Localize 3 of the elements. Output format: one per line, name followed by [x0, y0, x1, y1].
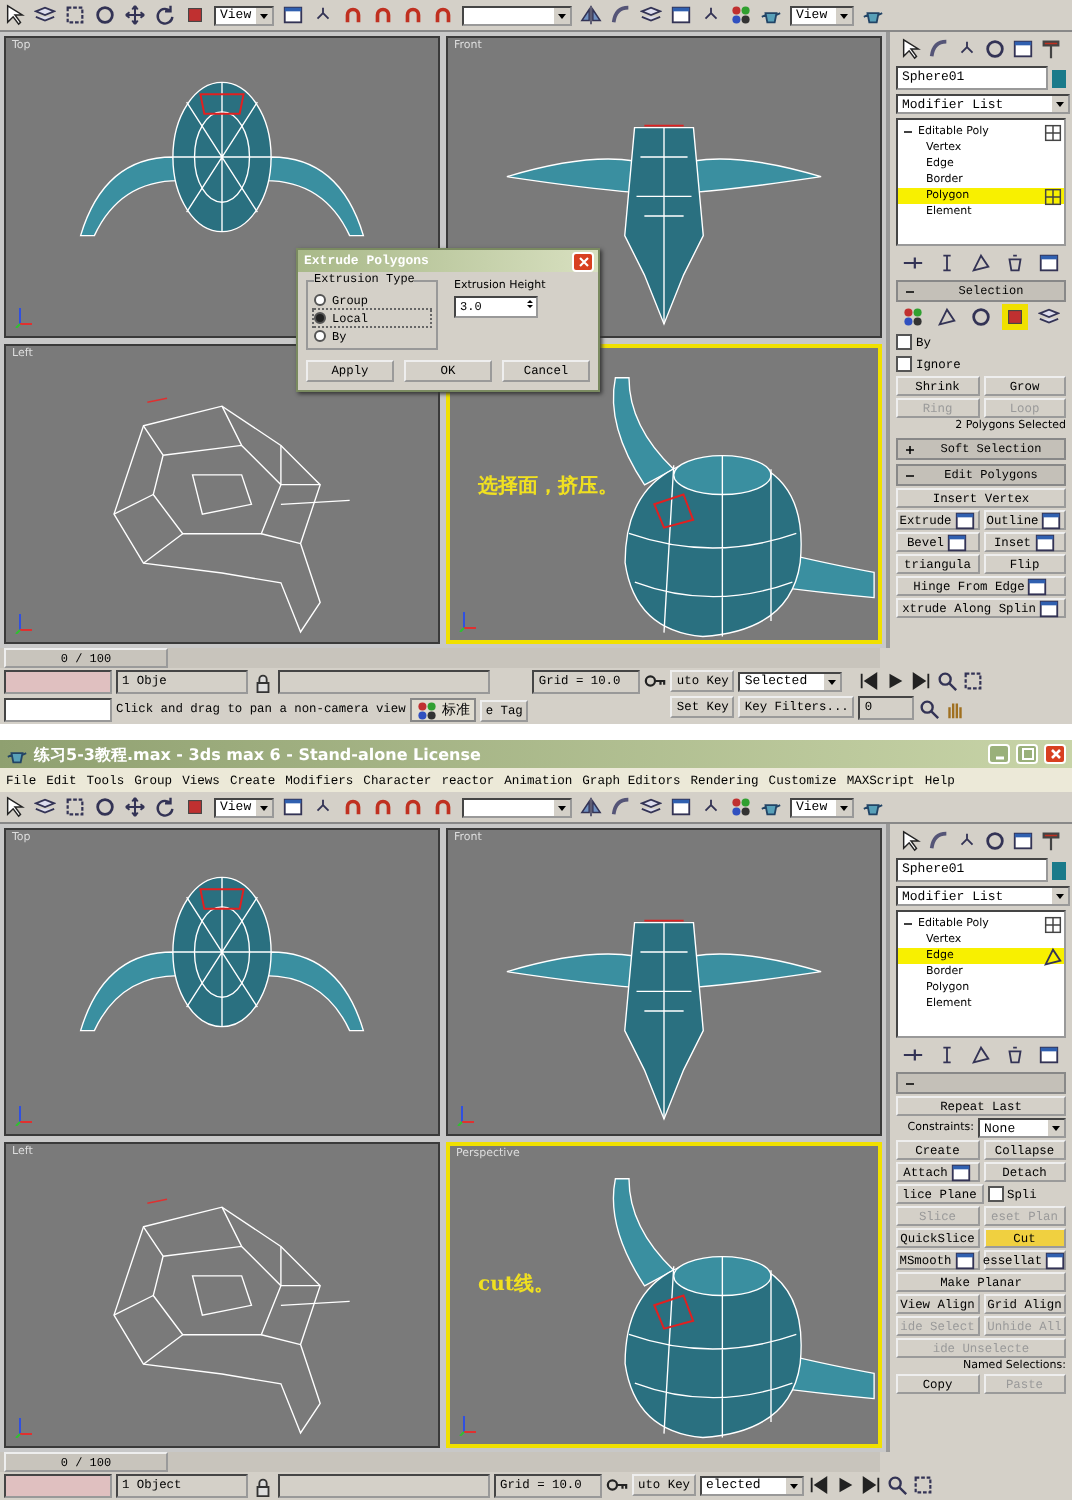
- annotation-text: cut线。: [478, 1271, 554, 1297]
- annotation-text: 选择面，挤压。: [478, 473, 618, 499]
- window-title: 练习5-3教程.max - 3ds max 6 - Stand-alone License: [34, 743, 483, 765]
